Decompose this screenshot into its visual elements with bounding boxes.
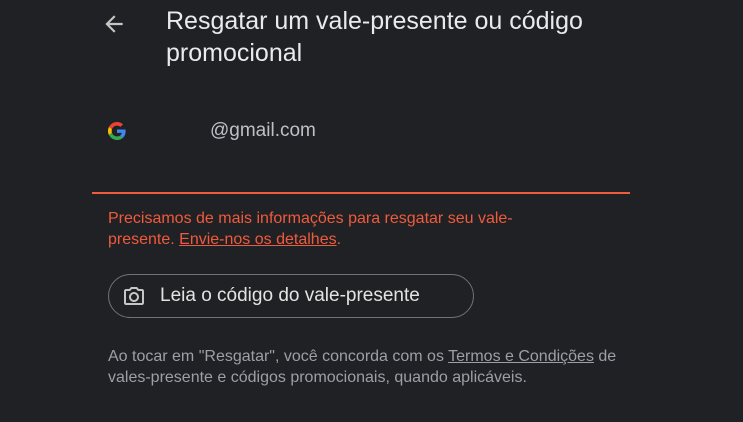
terms-text: Ao tocar em "Resgatar", você concorda co…	[108, 348, 449, 365]
error-message-end: .	[336, 231, 342, 248]
account-email: @gmail.com	[210, 120, 316, 141]
terms-notice: Ao tocar em "Resgatar", você concorda co…	[108, 346, 628, 388]
scan-gift-card-label: Leia o código do vale-presente	[160, 285, 420, 306]
back-button[interactable]	[96, 6, 132, 42]
terms-link[interactable]: Termos e Condições	[448, 348, 594, 365]
send-details-link[interactable]: Envie-nos os detalhes	[179, 231, 336, 248]
account-row: @gmail.com	[108, 116, 316, 146]
error-underline	[92, 192, 630, 194]
page-title: Resgatar um vale-presente ou código prom…	[166, 7, 583, 67]
camera-icon	[124, 287, 144, 305]
scan-gift-card-button[interactable]: Leia o código do vale-presente	[108, 274, 474, 318]
arrow-back-icon	[105, 15, 123, 33]
google-logo-icon	[108, 122, 126, 140]
error-message: Precisamos de mais informações para resg…	[108, 208, 568, 250]
